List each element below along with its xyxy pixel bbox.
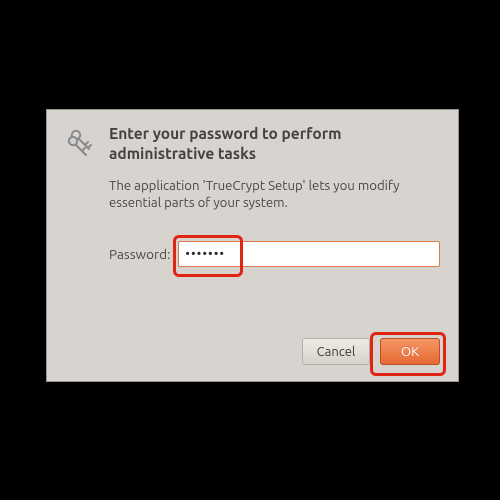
password-row: Password: (109, 241, 440, 267)
dialog-header: Enter your password to perform administr… (65, 124, 440, 164)
keys-icon (65, 124, 105, 160)
password-input[interactable] (178, 241, 440, 267)
cancel-button[interactable]: Cancel (302, 338, 370, 365)
password-label: Password: (109, 246, 170, 262)
dialog-message: The application 'TrueCrypt Setup' lets y… (109, 178, 440, 213)
ok-button[interactable]: OK (380, 338, 440, 365)
dialog-title: Enter your password to perform administr… (105, 124, 440, 164)
password-entry-wrap (178, 241, 440, 267)
dialog-button-row: Cancel OK (302, 338, 440, 365)
polkit-auth-dialog: Enter your password to perform administr… (46, 109, 459, 382)
